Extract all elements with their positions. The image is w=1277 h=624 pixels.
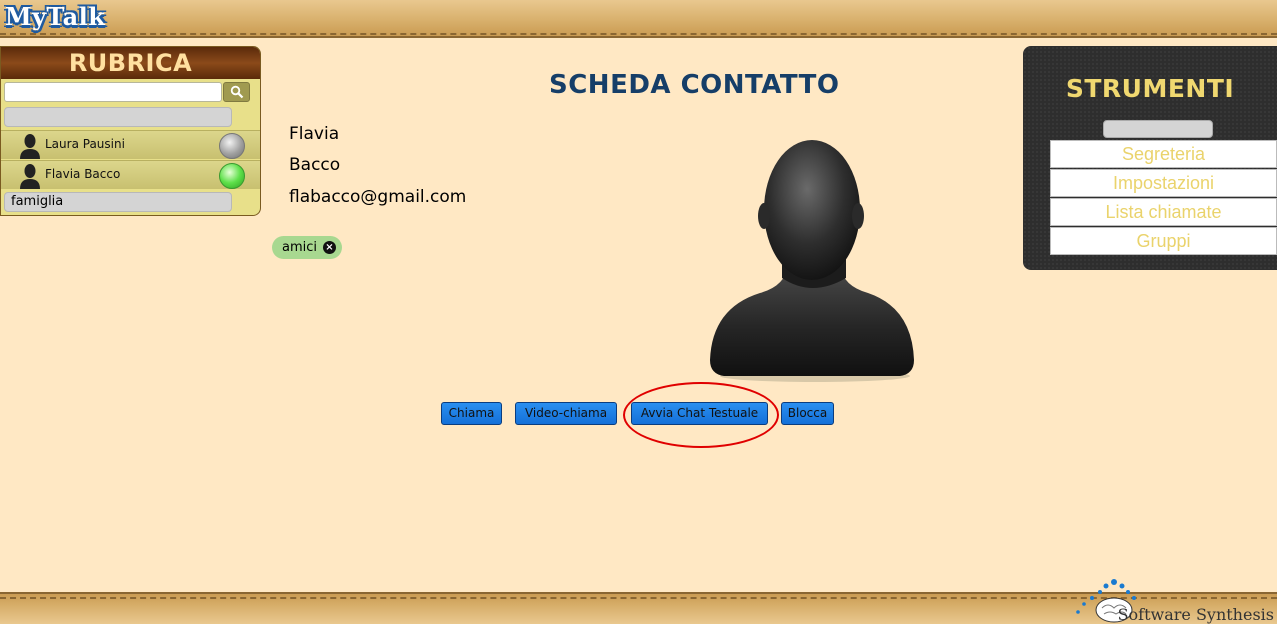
search-input[interactable] (4, 82, 222, 102)
menu-item-segreteria[interactable]: Segreteria (1050, 140, 1277, 168)
search-row (1, 81, 260, 105)
search-icon (230, 85, 243, 99)
video-call-button[interactable]: Video-chiama (515, 402, 617, 425)
contact-name: Laura Pausini (45, 137, 125, 151)
search-button[interactable] (223, 82, 250, 102)
group-famiglia[interactable]: famiglia (4, 192, 232, 212)
highlight-annotation (623, 382, 779, 448)
menu-item-gruppi[interactable]: Gruppi (1050, 227, 1277, 255)
strumenti-panel: STRUMENTI Segreteria Impostazioni Lista … (1023, 46, 1277, 270)
filter-bar[interactable] (4, 107, 232, 127)
contact-avatar (710, 140, 914, 382)
rubrica-panel: RUBRICA Laura Pausini Flavia Bacco famig… (0, 46, 261, 216)
top-bar: MyTalk (0, 0, 1277, 38)
menu-item-impostazioni[interactable]: Impostazioni (1050, 169, 1277, 197)
rubrica-header: RUBRICA (1, 47, 260, 79)
status-offline-icon (219, 133, 245, 159)
menu-item-lista-chiamate[interactable]: Lista chiamate (1050, 198, 1277, 226)
call-button[interactable]: Chiama (441, 402, 502, 425)
contact-first-name: Flavia (289, 124, 340, 144)
block-button[interactable]: Blocca (781, 402, 834, 425)
top-bar-edge (0, 36, 1277, 38)
brand-name: Software Synthesis (1117, 605, 1274, 624)
status-online-icon (219, 163, 245, 189)
rubrica-title: RUBRICA (68, 49, 193, 77)
footer-brand: Software Synthesis (1072, 574, 1277, 624)
strumenti-bar (1103, 120, 1213, 138)
user-icon (20, 164, 40, 189)
contact-email: flabacco@gmail.com (289, 187, 467, 207)
app-logo[interactable]: MyTalk (5, 2, 105, 31)
user-icon (20, 134, 40, 159)
top-bar-stitch (0, 33, 1277, 35)
remove-tag-icon[interactable]: × (323, 241, 336, 254)
contact-row-flavia-bacco[interactable]: Flavia Bacco (1, 160, 260, 189)
contact-name: Flavia Bacco (45, 167, 121, 181)
tag-label: amici (282, 240, 318, 255)
page-title: SCHEDA CONTATTO (549, 70, 840, 100)
contact-last-name: Bacco (289, 155, 341, 175)
strumenti-title: STRUMENTI (1065, 74, 1235, 103)
contact-row-laura-pausini[interactable]: Laura Pausini (1, 130, 260, 159)
tag-amici: amici × (272, 236, 342, 259)
